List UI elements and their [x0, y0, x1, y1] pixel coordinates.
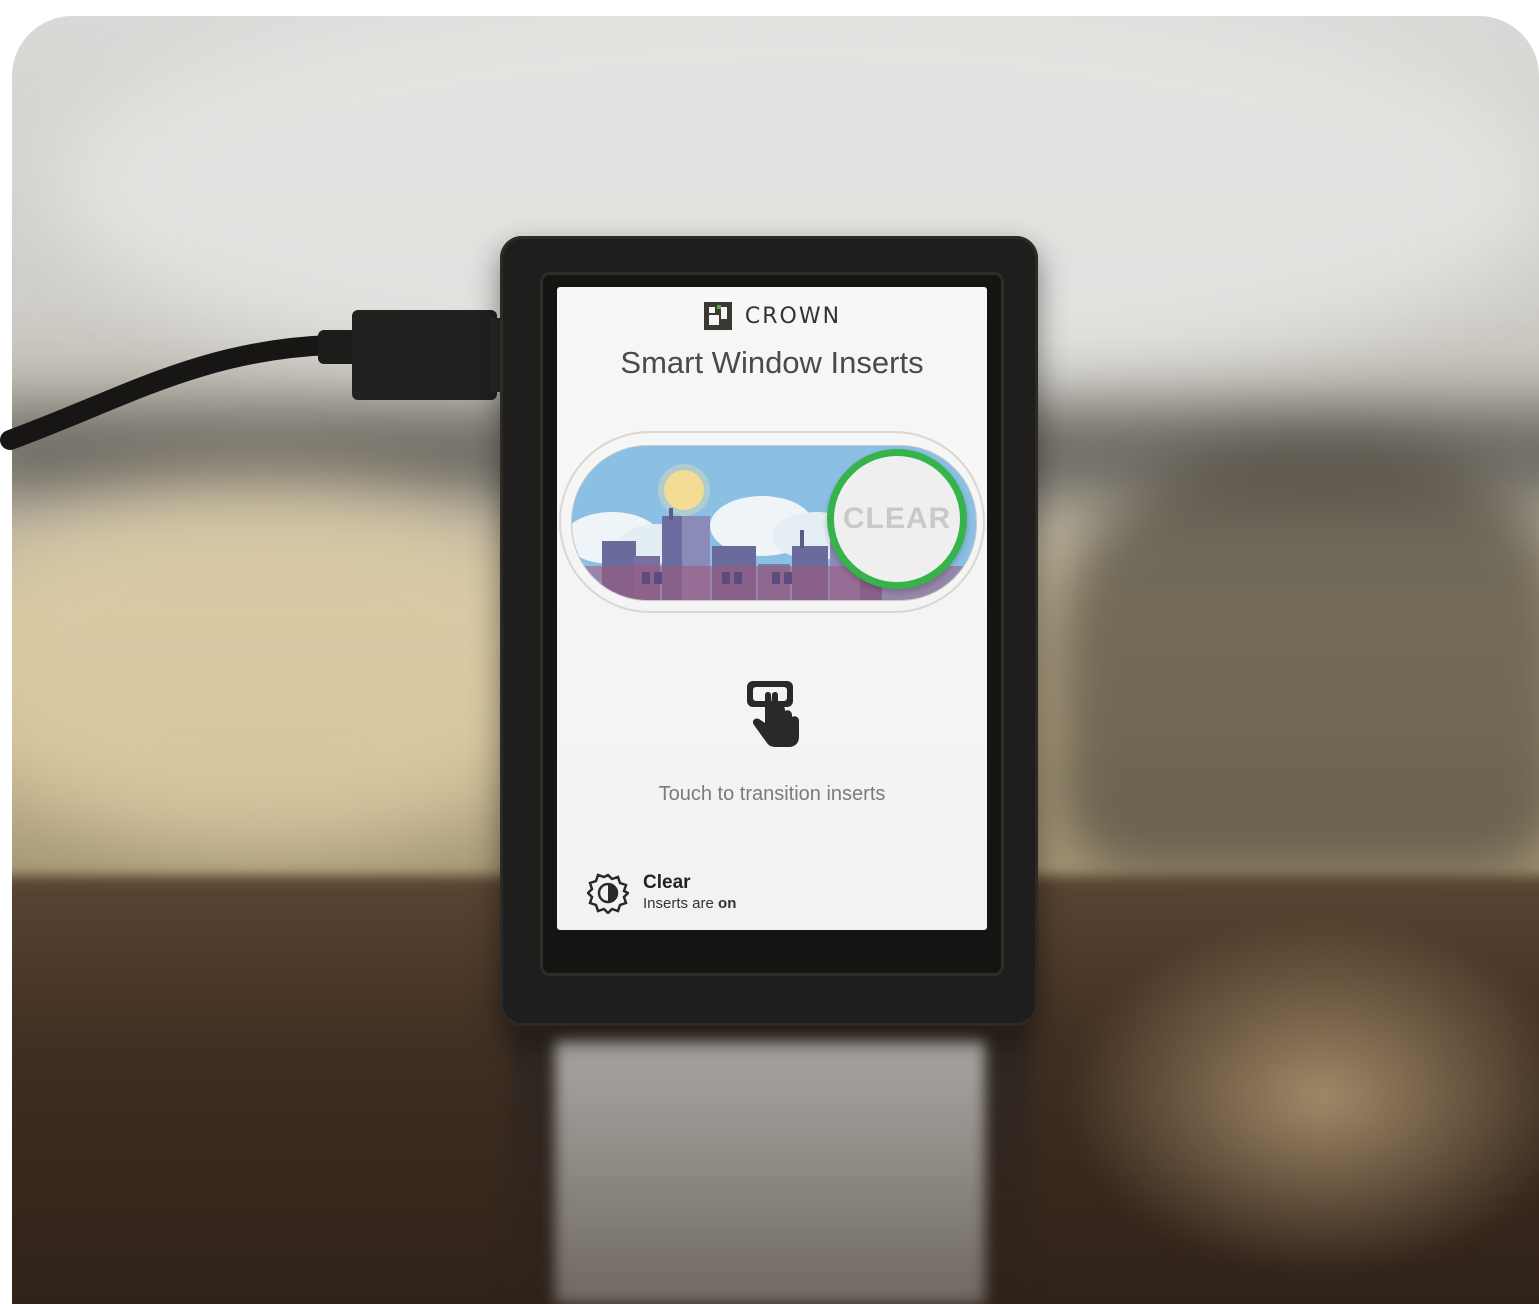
- crown-logo-icon: [703, 302, 732, 330]
- app-title: Smart Window Inserts: [620, 345, 924, 380]
- status-subtitle: Inserts are on: [643, 894, 736, 914]
- toggle-knob-button[interactable]: CLEAR: [827, 449, 967, 589]
- status-title: Clear: [643, 872, 691, 893]
- brand-name: CROWN: [744, 303, 842, 329]
- table-light-reflection: [1062, 916, 1539, 1276]
- beige-wall-area: [12, 486, 572, 846]
- touch-hand-icon: [747, 681, 799, 747]
- brand-header: CROWN: [557, 301, 987, 331]
- screen-reflection: [555, 1040, 985, 1304]
- toggle-knob-label: CLEAR: [842, 502, 952, 535]
- device-screen: CROWN Smart Window Inserts CLEAR Touch t…: [557, 287, 987, 930]
- status-panel: Clear Inserts are on: [587, 872, 736, 914]
- touch-hint-text: Touch to transition inserts: [658, 783, 886, 805]
- status-prefix: Inserts are: [643, 895, 714, 912]
- status-gear-icon: [587, 873, 629, 914]
- background-object: [1052, 446, 1539, 876]
- status-text: Clear Inserts are on: [643, 872, 736, 914]
- status-value: on: [718, 895, 737, 912]
